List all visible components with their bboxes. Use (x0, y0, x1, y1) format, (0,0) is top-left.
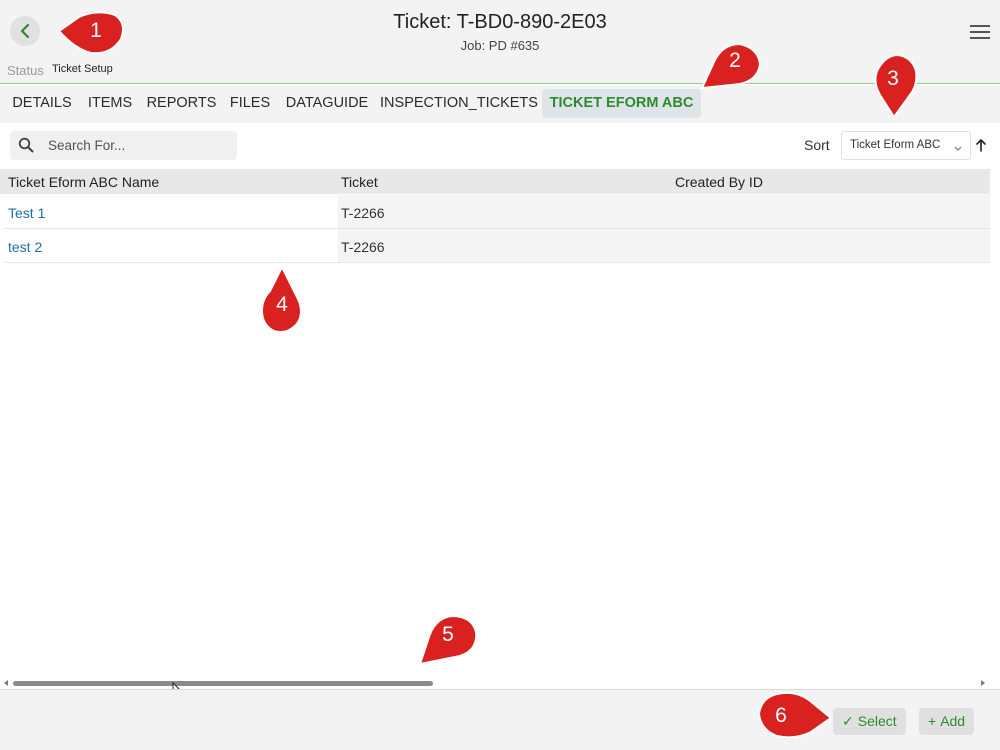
sort-select[interactable]: Ticket Eform ABC (841, 131, 971, 160)
row-ticket-value: T-2266 (341, 239, 385, 255)
table-row[interactable]: test 2 T-2266 (4, 229, 990, 263)
status-label: Status (7, 63, 44, 78)
table-row[interactable]: Test 1 T-2266 (4, 195, 990, 229)
tab-inspection-tickets[interactable]: INSPECTION_TICKETS (380, 89, 538, 118)
column-header-created-by[interactable]: Created By ID (675, 174, 763, 190)
tab-items[interactable]: ITEMS (82, 89, 138, 118)
sort-direction-button[interactable] (975, 138, 987, 157)
search-input[interactable] (48, 131, 233, 160)
tab-dataguide[interactable]: DATAGUIDE (281, 89, 373, 118)
callout-marker-6: 6 (755, 690, 833, 750)
menu-button[interactable] (969, 22, 991, 42)
row-ticket-value: T-2266 (341, 205, 385, 221)
page-title: Ticket: T-BD0-890-2E03 (393, 11, 607, 33)
checkmark-icon: ✓ (842, 713, 854, 729)
row-ticket-cell (338, 195, 990, 228)
row-name-link[interactable]: Test 1 (8, 205, 45, 221)
tab-details[interactable]: DETAILS (6, 89, 78, 118)
select-button-label: Select (857, 713, 897, 729)
page-subtitle: Job: PD #635 (460, 38, 540, 53)
tab-ticket-eform-abc[interactable]: TICKET EFORM ABC (542, 89, 701, 118)
tab-reports[interactable]: REPORTS (144, 89, 219, 118)
callout-marker-3: 3 (872, 53, 922, 119)
column-header-name[interactable]: Ticket Eform ABC Name (8, 174, 159, 190)
select-button[interactable]: ✓ Select (833, 708, 906, 735)
search-box[interactable] (10, 131, 237, 160)
sort-selected-value: Ticket Eform ABC (850, 139, 941, 151)
arrow-up-icon (976, 139, 986, 152)
chevron-down-icon (953, 140, 963, 158)
row-ticket-cell (338, 229, 990, 262)
search-icon (18, 137, 34, 153)
scroll-right-icon[interactable] (981, 680, 985, 686)
tab-files[interactable]: FILES (225, 89, 275, 118)
table-header: Ticket Eform ABC Name Ticket Created By … (0, 169, 990, 194)
callout-marker-1: 1 (59, 9, 124, 69)
callout-marker-4: 4 (260, 265, 310, 334)
row-name-link[interactable]: test 2 (8, 239, 42, 255)
footer-bar: ✓ Select + Add (0, 689, 1000, 750)
callout-marker-2: 2 (700, 40, 762, 100)
hamburger-menu-icon (970, 25, 990, 39)
add-button[interactable]: + Add (919, 708, 975, 735)
plus-icon: + (928, 713, 937, 729)
horizontal-scrollbar[interactable] (0, 677, 992, 689)
column-header-ticket[interactable]: Ticket (341, 174, 378, 190)
callout-marker-5: 5 (418, 610, 478, 670)
scrollbar-thumb[interactable] (13, 681, 433, 686)
tab-bar: DETAILS ITEMS REPORTS FILES DATAGUIDE IN… (0, 85, 1000, 123)
add-button-label: Add (940, 713, 966, 729)
header-bar: Ticket: T-BD0-890-2E03 Job: PD #635 Stat… (0, 0, 1000, 84)
sort-label: Sort (804, 137, 830, 153)
scroll-left-icon[interactable] (4, 680, 8, 686)
